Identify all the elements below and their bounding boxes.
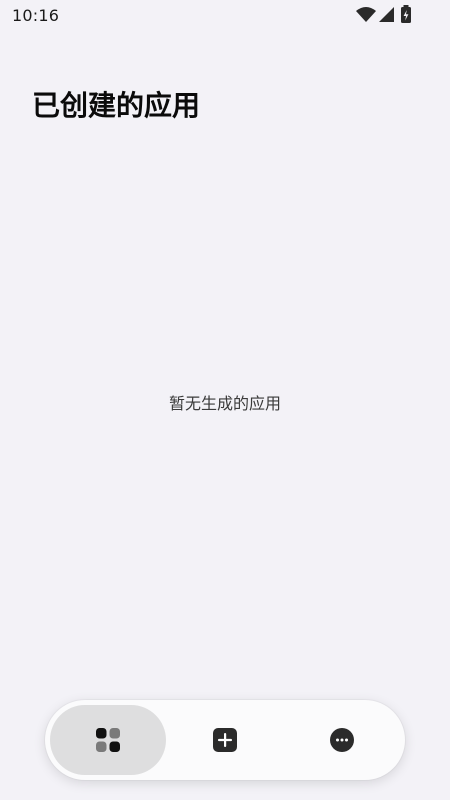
cellular-signal-icon <box>379 7 394 22</box>
nav-tab-more[interactable] <box>284 705 400 775</box>
status-time: 10:16 <box>12 6 60 25</box>
app-screen: 10:16 已创建的应用 暂无生成的应用 <box>0 0 450 800</box>
battery-charging-icon <box>401 5 411 23</box>
more-dots-icon <box>330 728 354 752</box>
page-title: 已创建的应用 <box>32 89 201 122</box>
bottom-navigation <box>45 700 405 780</box>
grid-apps-icon <box>96 728 120 752</box>
wifi-icon <box>356 7 376 22</box>
empty-state-text: 暂无生成的应用 <box>168 394 281 413</box>
nav-tab-create[interactable] <box>167 705 283 775</box>
status-icons <box>356 5 411 23</box>
nav-tab-apps[interactable] <box>50 705 166 775</box>
status-bar: 10:16 <box>0 0 450 30</box>
add-square-icon <box>213 728 237 752</box>
